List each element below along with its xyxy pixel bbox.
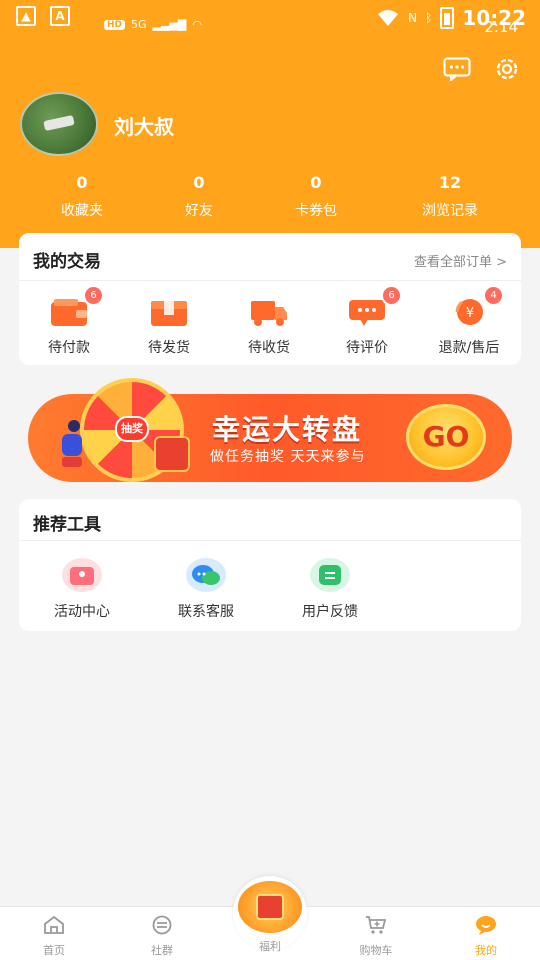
profile-header: ▲ A HD 5G ▂▃▅▇ ◠ N ᛒ 10:22 2:14 刘大叔 0 收藏… (0, 0, 540, 248)
order-badge: 6 (85, 287, 102, 304)
stats-row: 0 收藏夹 0 好友 0 卡券包 12 浏览记录 (0, 172, 540, 222)
tools-card-header: 推荐工具 (19, 499, 521, 541)
settings-button[interactable] (492, 54, 522, 84)
order-pending-shipment[interactable]: 待发货 (119, 297, 219, 357)
tool-activity-center[interactable]: 活动中心 (27, 557, 137, 621)
stat-value: 0 (310, 173, 322, 192)
activity-center-icon (61, 557, 103, 593)
stat-value: 0 (76, 173, 88, 192)
order-label: 退款/售后 (438, 340, 500, 356)
cart-icon (366, 916, 387, 934)
settings-icon (496, 58, 518, 80)
tools-title: 推荐工具 (33, 515, 101, 535)
community-icon (152, 915, 172, 935)
wifi-small-icon: ◠ (192, 18, 202, 31)
stat-favorites[interactable]: 0 收藏夹 (22, 172, 142, 220)
wifi-icon (378, 10, 399, 26)
trade-title: 我的交易 (33, 252, 101, 272)
order-label: 待付款 (48, 340, 90, 356)
network-indicators: HD 5G ▂▃▅▇ ◠ (104, 18, 202, 31)
profile-icon (476, 916, 496, 935)
comment-icon: 6 (348, 287, 400, 327)
stat-label: 浏览记录 (422, 203, 478, 219)
stat-label: 卡券包 (295, 203, 337, 219)
tools-row: 活动中心 联系客服 用户反馈 (19, 557, 521, 621)
status-bar: ▲ A HD 5G ▂▃▅▇ ◠ N ᛒ 10:22 2:14 (0, 0, 540, 36)
tab-label: 购物车 (359, 944, 393, 957)
feedback-icon (309, 557, 351, 593)
header-actions (442, 54, 522, 84)
banner-title: 幸运大转盘 (212, 413, 363, 446)
hd-badge: HD (104, 19, 126, 30)
tool-label: 联系客服 (178, 604, 234, 620)
message-icon (443, 57, 471, 81)
gift-icon (256, 894, 284, 920)
tool-user-feedback[interactable]: 用户反馈 (275, 557, 385, 621)
order-status-row: 6 待付款 待发货 待收货 6 待评价 ¥ 4 退款/售后 (19, 287, 521, 357)
stat-friends[interactable]: 0 好友 (139, 172, 259, 220)
lucky-wheel-banner[interactable]: 抽奖 幸运大转盘 做任务抽奖 天天来参与 GO (28, 378, 512, 488)
stat-history[interactable]: 12 浏览记录 (390, 172, 510, 220)
welfare-badge (238, 881, 302, 933)
signal-icon: ▂▃▅▇ (152, 18, 187, 31)
order-badge: 6 (383, 287, 400, 304)
battery-icon (440, 7, 455, 29)
order-refund[interactable]: ¥ 4 退款/售后 (419, 287, 519, 357)
view-all-orders-link[interactable]: 查看全部订单 > (414, 251, 507, 270)
network-label: 5G (131, 18, 147, 31)
avatar[interactable] (20, 92, 98, 156)
tab-label: 社群 (151, 944, 173, 957)
tab-label: 福利 (259, 940, 281, 953)
gallery-icon: ▲ (16, 6, 36, 26)
secondary-clock: 2:14 (484, 18, 518, 36)
order-label: 待收货 (248, 340, 290, 356)
tab-home[interactable]: 首页 (9, 915, 99, 958)
order-pending-review[interactable]: 6 待评价 (317, 287, 417, 357)
tab-label: 首页 (43, 944, 65, 957)
tab-community[interactable]: 社群 (117, 915, 207, 958)
stat-coupons[interactable]: 0 卡券包 (256, 172, 376, 220)
gift-box-icon (154, 436, 190, 472)
home-icon (44, 915, 64, 934)
bluetooth-icon: ᛒ (425, 11, 433, 25)
order-badge: 4 (485, 287, 502, 304)
username[interactable]: 刘大叔 (114, 111, 174, 140)
wallet-icon: 6 (50, 287, 102, 327)
order-label: 待评价 (346, 340, 388, 356)
tab-welfare[interactable]: 福利 (233, 876, 307, 953)
tool-label: 用户反馈 (302, 604, 358, 620)
banner-subtitle: 做任务抽奖 天天来参与 (210, 449, 366, 465)
trade-card: 我的交易 查看全部订单 > 6 待付款 待发货 待收货 6 待评价 ¥ 4 退款… (19, 233, 521, 365)
tab-profile[interactable]: 我的 (441, 915, 531, 958)
tab-label: 我的 (475, 944, 497, 957)
truck-icon (250, 297, 288, 327)
status-left-icons: ▲ A (16, 6, 70, 26)
tab-cart[interactable]: 购物车 (331, 915, 421, 958)
stat-value: 12 (438, 173, 462, 192)
tool-customer-service[interactable]: 联系客服 (151, 557, 261, 621)
order-pending-payment[interactable]: 6 待付款 (19, 287, 119, 357)
tools-card: 推荐工具 活动中心 联系客服 用户反馈 (19, 499, 521, 631)
refund-icon: ¥ 4 (450, 287, 502, 327)
stat-value: 0 (193, 173, 205, 192)
app-icon: A (50, 6, 70, 26)
svg-text:¥: ¥ (466, 306, 474, 321)
trade-card-header: 我的交易 查看全部订单 > (19, 233, 521, 281)
customer-service-icon (185, 557, 227, 593)
stat-label: 好友 (185, 203, 213, 219)
tool-label: 活动中心 (54, 604, 110, 620)
person-illustration-icon (62, 420, 84, 467)
nfc-icon: N (408, 11, 418, 25)
order-label: 待发货 (148, 340, 190, 356)
stat-label: 收藏夹 (61, 203, 103, 219)
wheel-center-label: 抽奖 (115, 416, 149, 442)
go-button[interactable]: GO (406, 404, 486, 470)
order-pending-receipt[interactable]: 待收货 (219, 297, 319, 357)
box-icon (150, 297, 188, 327)
message-button[interactable] (442, 54, 472, 84)
